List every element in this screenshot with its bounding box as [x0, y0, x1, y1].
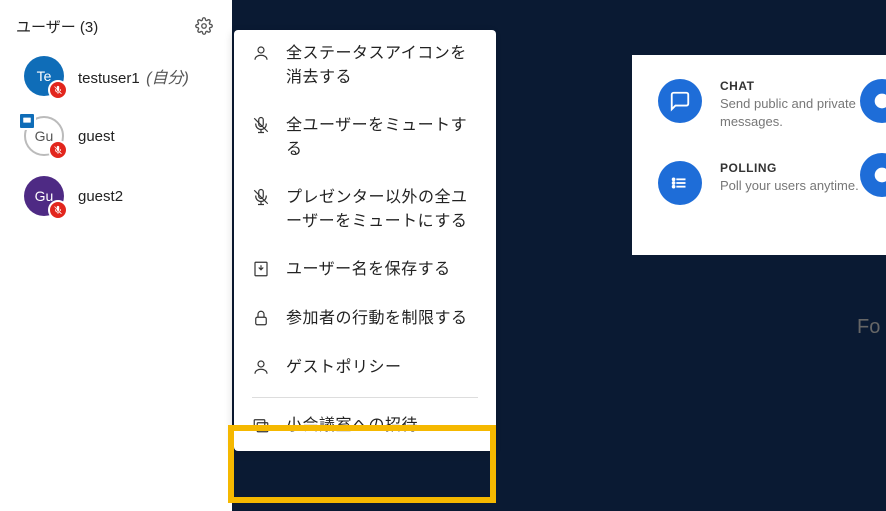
users-title: ユーザー (3) [16, 16, 98, 37]
menu-lock-viewers[interactable]: 参加者の行動を制限する [234, 295, 496, 344]
menu-label: 全ユーザーをミュートする [286, 114, 478, 162]
mic-off-icon [252, 116, 272, 139]
menu-mute-except-presenter[interactable]: プレゼンター以外の全ユーザーをミュートにする [234, 174, 496, 246]
users-header: ユーザー (3) [0, 0, 232, 46]
user-icon [252, 44, 272, 67]
avatar: Gu [24, 176, 64, 216]
menu-save-usernames[interactable]: ユーザー名を保存する [234, 246, 496, 295]
gear-icon[interactable] [192, 14, 216, 38]
user-name: testuser1 [78, 70, 140, 87]
chat-icon [658, 79, 702, 123]
avatar: Gu [24, 116, 64, 156]
avatar: Te [24, 56, 64, 96]
menu-label: ユーザー名を保存する [286, 258, 451, 282]
footer-fragment: Fo [857, 316, 880, 339]
user-name-wrap: testuser1 (自分) [78, 64, 189, 88]
users-settings-menu: 全ステータスアイコンを消去する 全ユーザーをミュートする プレゼンター以外の全ユ… [234, 30, 496, 451]
presenter-icon [18, 112, 36, 130]
mic-muted-icon [48, 140, 68, 160]
menu-mute-all[interactable]: 全ユーザーをミュートする [234, 102, 496, 174]
mic-muted-icon [48, 80, 68, 100]
menu-label: プレゼンター以外の全ユーザーをミュートにする [286, 186, 478, 234]
mic-muted-icon [48, 200, 68, 220]
menu-label: ゲストポリシー [286, 356, 402, 380]
download-icon [252, 260, 272, 283]
user-self-label: (自分) [146, 70, 189, 87]
polling-icon [658, 161, 702, 205]
user-name: guest [78, 128, 115, 145]
promo-panel: CHAT Send public and private messages. P… [632, 55, 886, 255]
menu-divider [252, 397, 478, 398]
user-icon [252, 358, 272, 381]
promo-chat: CHAT Send public and private messages. [658, 79, 886, 131]
menu-breakout-rooms[interactable]: 小会議室への招待 [234, 402, 496, 451]
menu-label: 参加者の行動を制限する [286, 307, 468, 331]
menu-label: 小会議室への招待 [286, 414, 418, 438]
user-item-guest[interactable]: Gu guest [0, 106, 232, 166]
promo-polling-title: POLLING [720, 161, 859, 175]
mic-off-icon [252, 188, 272, 211]
lock-icon [252, 309, 272, 332]
promo-polling-desc: Poll your users anytime. [720, 177, 859, 195]
user-name: guest2 [78, 188, 123, 205]
user-item-testuser1[interactable]: Te testuser1 (自分) [0, 46, 232, 106]
promo-polling: POLLING Poll your users anytime. [658, 161, 886, 205]
sidebar: ユーザー (3) Te testuser1 (自分) Gu guest [0, 0, 232, 511]
menu-clear-status[interactable]: 全ステータスアイコンを消去する [234, 30, 496, 102]
breakout-icon [252, 416, 272, 439]
menu-guest-policy[interactable]: ゲストポリシー [234, 344, 496, 393]
menu-label: 全ステータスアイコンを消去する [286, 42, 478, 90]
user-item-guest2[interactable]: Gu guest2 [0, 166, 232, 226]
